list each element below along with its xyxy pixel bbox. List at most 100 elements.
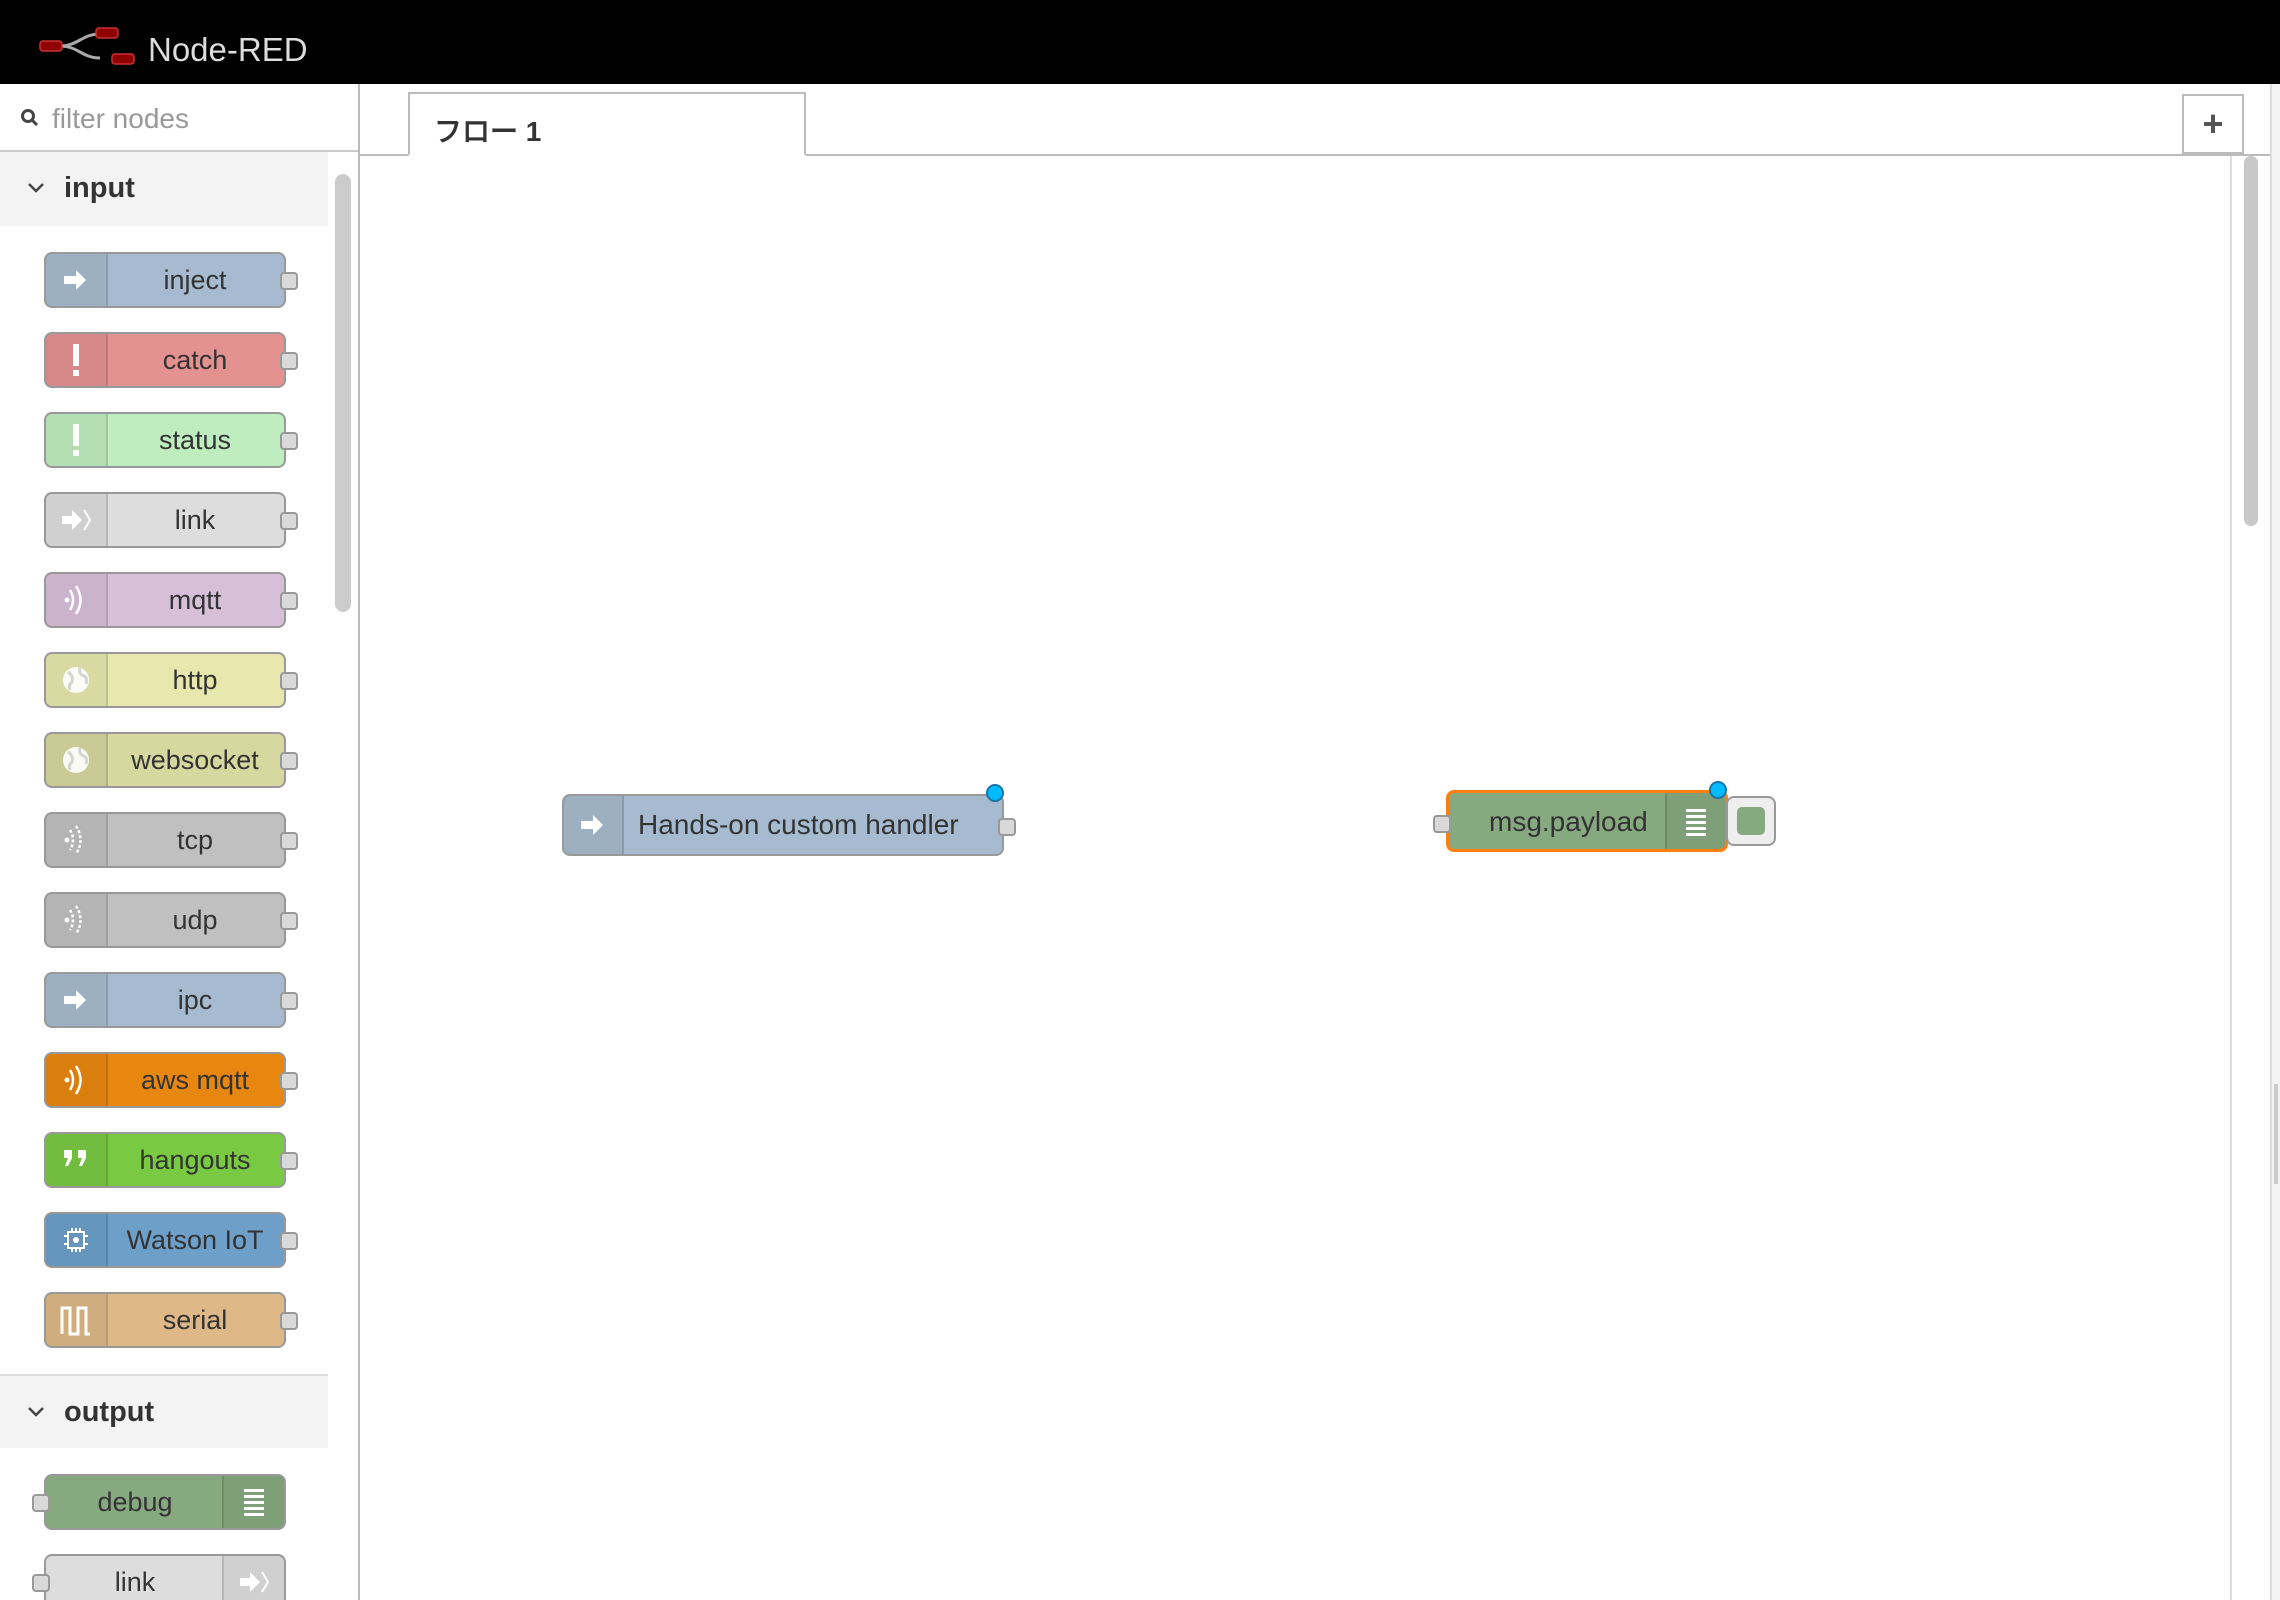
chevron-down-icon [28,183,44,193]
quote-icon [46,1134,108,1186]
flow-node-label: msg.payload [1489,806,1648,837]
palette-node-serial[interactable]: serial [44,1292,298,1348]
flow-node-inject[interactable]: Hands-on custom handler [562,784,1016,856]
input-port [32,1494,50,1512]
search-icon [21,109,39,127]
output-port [280,592,298,610]
output-port [280,352,298,370]
sidebar-edge [2270,84,2280,1600]
arrow-in-icon [46,974,108,1026]
palette-node-watson-iot[interactable]: Watson IoT [44,1212,298,1268]
palette-node-aws-mqtt[interactable]: aws mqtt [44,1052,298,1108]
output-port [280,752,298,770]
flow-node-debug[interactable]: msg.payload [1433,781,1728,852]
palette-node-label: Watson IoT [126,1225,264,1255]
palette-node-link[interactable]: link [44,492,298,548]
bridge-icon [46,574,108,626]
output-port [280,432,298,450]
changed-indicator [986,784,1004,802]
palette-node-label: ipc [177,985,213,1015]
palette-node-label: aws mqtt [140,1065,250,1095]
output-port[interactable] [998,818,1016,836]
category-label: input [64,172,135,204]
arrow-in-icon [46,254,108,306]
output-port [280,512,298,530]
exclamation-icon [46,414,108,466]
node-palette: input inject catch status link mqtt http websoc… [0,84,360,1600]
palette-node-inject[interactable]: inject [44,252,298,308]
workspace-tabs: フロー 1 + [360,84,2280,156]
debug-toggle-button[interactable] [1726,796,1776,846]
chevron-down-icon [28,1407,44,1417]
palette-node-label: debug [97,1487,173,1517]
palette-filter[interactable] [0,84,358,152]
globe-icon [46,734,108,786]
palette-node-udp[interactable]: udp [44,892,298,948]
category-label: output [64,1396,155,1428]
palette-category-input[interactable]: input [0,152,328,226]
palette-node-label: mqtt [168,585,222,615]
link-out-icon [222,1556,284,1600]
output-port [280,272,298,290]
palette-scroll-track [328,152,358,1600]
serial-icon [46,1294,108,1346]
palette-list: input inject catch status link mqtt http websoc… [0,152,328,1600]
palette-node-label: inject [163,265,227,295]
arrow-in-icon [564,796,624,854]
palette-node-status[interactable]: status [44,412,298,468]
bridge-dash-icon [46,894,108,946]
bridge-dash-icon [46,814,108,866]
bridge-icon [46,1054,108,1106]
output-port [280,832,298,850]
output-port [280,1232,298,1250]
palette-node-label: tcp [176,825,214,855]
palette-node-label: status [158,425,232,455]
node-red-logo-icon [39,27,135,65]
sidebar-resize-handle[interactable] [2274,1084,2278,1184]
palette-scrollbar[interactable] [335,174,351,612]
workspace-scrollbar[interactable] [2244,156,2258,526]
palette-node-label: udp [172,905,218,935]
palette-node-websocket[interactable]: websocket [44,732,298,788]
palette-category-output[interactable]: output [0,1374,328,1448]
palette-node-link[interactable]: link [32,1554,286,1600]
globe-icon [46,654,108,706]
palette-node-label: http [172,665,218,695]
palette-node-catch[interactable]: catch [44,332,298,388]
chip-icon [46,1214,108,1266]
palette-node-label: websocket [131,745,259,775]
add-flow-button[interactable]: + [2182,94,2244,154]
output-port [280,1312,298,1330]
palette-node-debug[interactable]: debug [32,1474,286,1530]
output-port [280,1152,298,1170]
palette-node-mqtt[interactable]: mqtt [44,572,298,628]
filter-nodes-input[interactable] [50,96,344,142]
app-title: Node-RED [148,31,308,68]
workspace-scroll-track [2230,156,2270,1600]
output-port [280,672,298,690]
flow-node-label: Hands-on custom handler [638,809,959,840]
palette-node-label: catch [162,345,228,375]
palette-node-label: serial [162,1305,228,1335]
palette-node-http[interactable]: http [44,652,298,708]
palette-node-ipc[interactable]: ipc [44,972,298,1028]
debug-list-icon [1665,793,1725,849]
output-port [280,1072,298,1090]
input-port [32,1574,50,1592]
header-bar: Node-RED [0,0,2280,84]
link-in-icon [46,494,108,546]
debug-list-icon [222,1476,284,1528]
palette-node-label: hangouts [139,1145,251,1175]
flow-canvas[interactable]: Hands-on custom handler msg.payload [360,156,2230,1600]
palette-node-label: link [114,1567,156,1597]
output-port [280,992,298,1010]
exclamation-icon [46,334,108,386]
tab-label: フロー 1 [434,116,542,147]
input-port[interactable] [1433,815,1451,833]
palette-node-hangouts[interactable]: hangouts [44,1132,298,1188]
palette-node-tcp[interactable]: tcp [44,812,298,868]
plus-icon: + [2202,103,2224,144]
changed-indicator [1709,781,1727,799]
tab-flow-1[interactable]: フロー 1 [408,92,806,156]
palette-node-label: link [174,505,216,535]
